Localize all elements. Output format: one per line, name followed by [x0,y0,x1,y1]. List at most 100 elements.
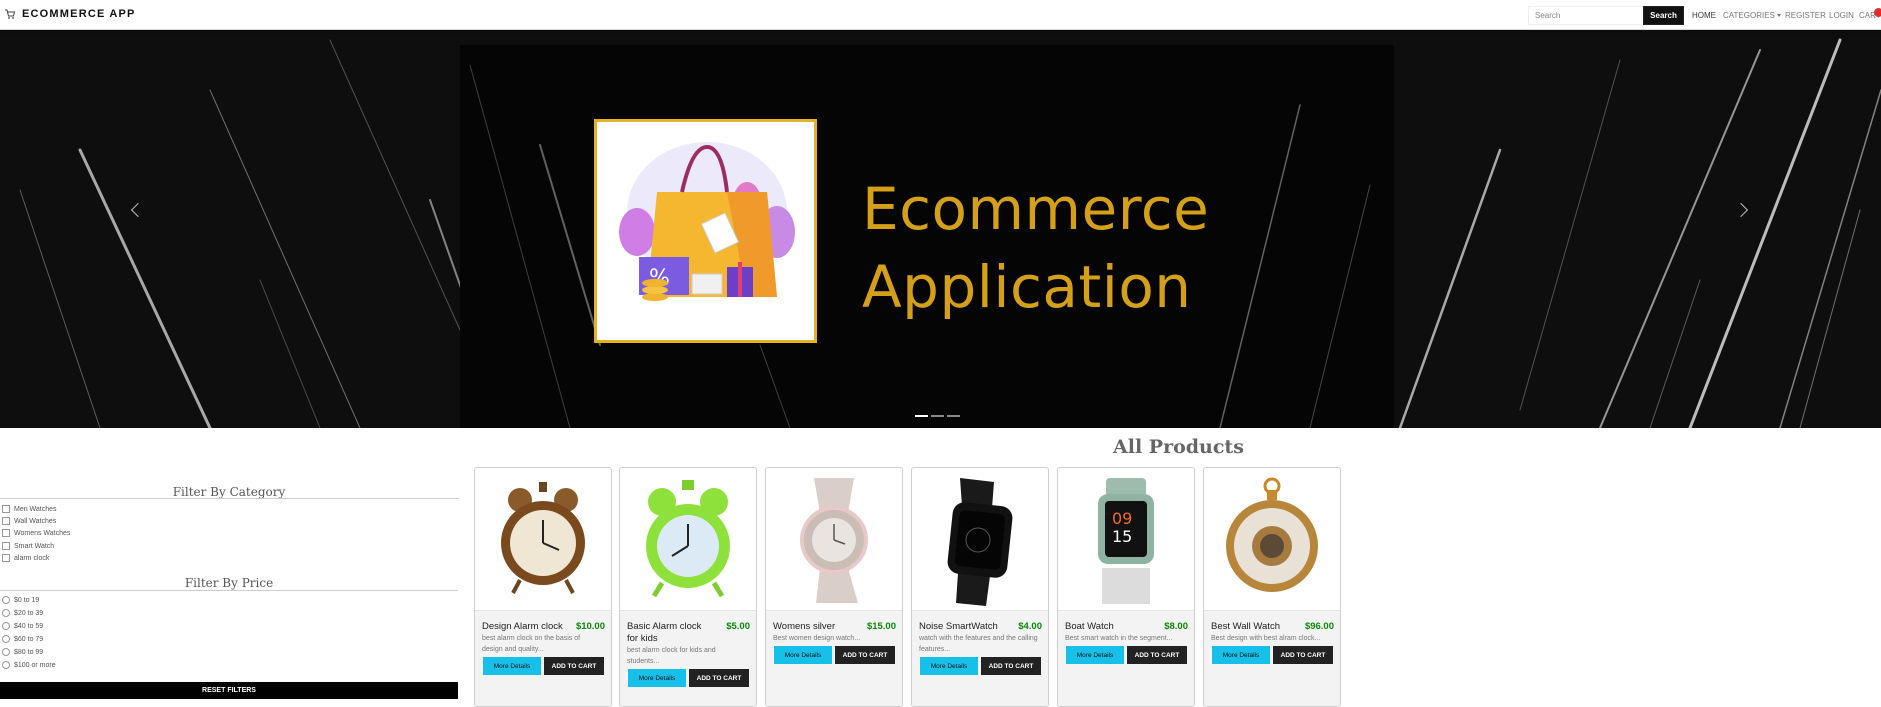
filter-price-label: $0 to 19 [14,596,40,604]
add-to-cart-button[interactable]: ADD TO CART [1273,646,1333,664]
product-name: Basic Alarm clock for kids [627,621,702,644]
checkbox[interactable] [2,505,10,513]
more-details-button[interactable]: More Details [628,669,686,687]
alarm-clock-green-icon [646,480,730,598]
product-name: Boat Watch [1065,621,1114,632]
product-card: Womens silver $15.00 Best women design w… [765,467,903,707]
nav-categories-label: CATEGORIES [1723,11,1775,20]
filter-price-item[interactable]: $60 to 79 [2,635,43,643]
carousel-indicators [915,415,960,417]
nav-register-link[interactable]: REGISTER [1785,11,1826,20]
product-description: Best design with best alram clock... [1211,635,1321,642]
product-image[interactable]: 09 15 [1058,468,1194,611]
product-description: Best women design watch... [773,635,861,642]
chevron-down-icon [1776,14,1781,18]
filter-category-label: Men Watches [14,505,57,513]
product-name: Design Alarm clock [482,621,563,632]
product-card: Noise SmartWatch $4.00 watch with the fe… [911,467,1049,707]
product-image[interactable] [912,468,1048,611]
product-name: Best Wall Watch [1211,621,1280,632]
search-input[interactable] [1528,6,1644,25]
pocket-watch-icon [1226,477,1318,592]
filter-price-item[interactable]: $100 or more [2,661,56,669]
add-to-cart-button[interactable]: ADD TO CART [835,646,895,664]
more-details-button[interactable]: More Details [1066,646,1124,664]
add-to-cart-button[interactable]: ADD TO CART [544,657,604,675]
filter-price-label: $40 to 59 [14,622,44,630]
checkbox[interactable] [2,517,10,525]
filter-category-item[interactable]: Womens Watches [2,529,70,537]
filter-category-item[interactable]: alarm clock [2,554,49,562]
filter-price-item[interactable]: $80 to 99 [2,648,43,656]
product-info: Best Wall Watch $96.00 Best design with … [1204,611,1340,706]
product-price: $4.00 [1018,621,1042,632]
reset-filters-button[interactable]: RESET FILTERS [0,682,458,699]
nav-home-link[interactable]: HOME [1692,11,1716,20]
product-image[interactable] [475,468,611,611]
product-price: $96.00 [1304,621,1334,632]
search-button[interactable]: Search [1643,6,1684,25]
checkbox[interactable] [2,554,10,562]
filter-price-item[interactable]: $40 to 59 [2,622,43,630]
filter-price-title: Filter By Price [184,576,274,590]
hero-logo: % [594,119,817,343]
product-info: Design Alarm clock $10.00 best alarm clo… [475,611,611,706]
checkbox[interactable] [2,542,10,550]
checkbox[interactable] [2,529,10,537]
product-price: $10.00 [575,621,605,632]
filter-category-item[interactable]: Men Watches [2,505,57,513]
filter-category-label: Smart Watch [14,542,55,550]
all-products-title: All Products [1113,436,1244,458]
product-card: Design Alarm clock $10.00 best alarm clo… [474,467,612,707]
filter-category-item[interactable]: Smart Watch [2,542,54,550]
product-info: Noise SmartWatch $4.00 watch with the fe… [912,611,1048,706]
silver-watch-icon [800,478,868,603]
filter-category-item[interactable]: Wall Watches [2,517,56,525]
product-card: Basic Alarm clock for kids $5.00 best al… [619,467,757,707]
shopping-cart-icon [5,9,16,19]
filters-panel: Filter By Category Men Watches Wall Watc… [0,428,460,700]
svg-text:09: 09 [1112,509,1132,528]
product-price: $15.00 [866,621,896,632]
radio-button[interactable] [2,609,10,617]
more-details-button[interactable]: More Details [1212,646,1270,664]
smartwatch-green-icon: 09 15 [1098,478,1154,604]
product-card: 09 15 Boat Watch $8.00 Best smart watch … [1057,467,1195,707]
product-info: Womens silver $15.00 Best women design w… [766,611,902,706]
product-price: $8.00 [1164,621,1188,632]
product-image[interactable] [620,468,756,611]
more-details-button[interactable]: More Details [483,657,541,675]
product-info: Boat Watch $8.00 Best smart watch in the… [1058,611,1194,706]
product-price: $5.00 [726,621,750,632]
filter-price-item[interactable]: $20 to 39 [2,609,43,617]
more-details-button[interactable]: More Details [774,646,832,664]
product-description: best alarm clock for kids and students..… [627,647,716,665]
more-details-button[interactable]: More Details [920,657,978,675]
filter-price-label: $80 to 99 [14,648,44,656]
radio-button[interactable] [2,635,10,643]
product-image[interactable] [1204,468,1340,611]
add-to-cart-button[interactable]: ADD TO CART [1127,646,1187,664]
brand[interactable]: ECOMMERCE APP [4,8,136,20]
product-description: best alarm clock on the basis of design … [482,635,581,653]
filter-category-label: alarm clock [14,554,50,562]
nav-login-link[interactable]: LOGIN [1829,11,1854,20]
filter-price-label: $100 or more [14,661,56,669]
radio-button[interactable] [2,661,10,669]
navbar: ECOMMERCE APP Search HOME CATEGORIES REG… [0,0,1881,30]
product-image[interactable] [766,468,902,611]
product-description: watch with the features and the calling … [919,635,1038,653]
radio-button[interactable] [2,596,10,604]
nav-categories-dropdown[interactable]: CATEGORIES [1723,11,1781,20]
filter-price-label: $60 to 79 [14,635,44,643]
carousel-indicator-3[interactable] [947,415,960,417]
carousel-indicator-2[interactable] [931,415,944,417]
filter-price-item[interactable]: $0 to 19 [2,596,39,604]
hero-title: Ecommerce Application [862,170,1209,326]
add-to-cart-button[interactable]: ADD TO CART [981,657,1041,675]
carousel-indicator-1[interactable] [915,415,928,417]
radio-button[interactable] [2,648,10,656]
radio-button[interactable] [2,622,10,630]
add-to-cart-button[interactable]: ADD TO CART [689,669,749,687]
shopping-bag-icon: % [619,142,795,301]
